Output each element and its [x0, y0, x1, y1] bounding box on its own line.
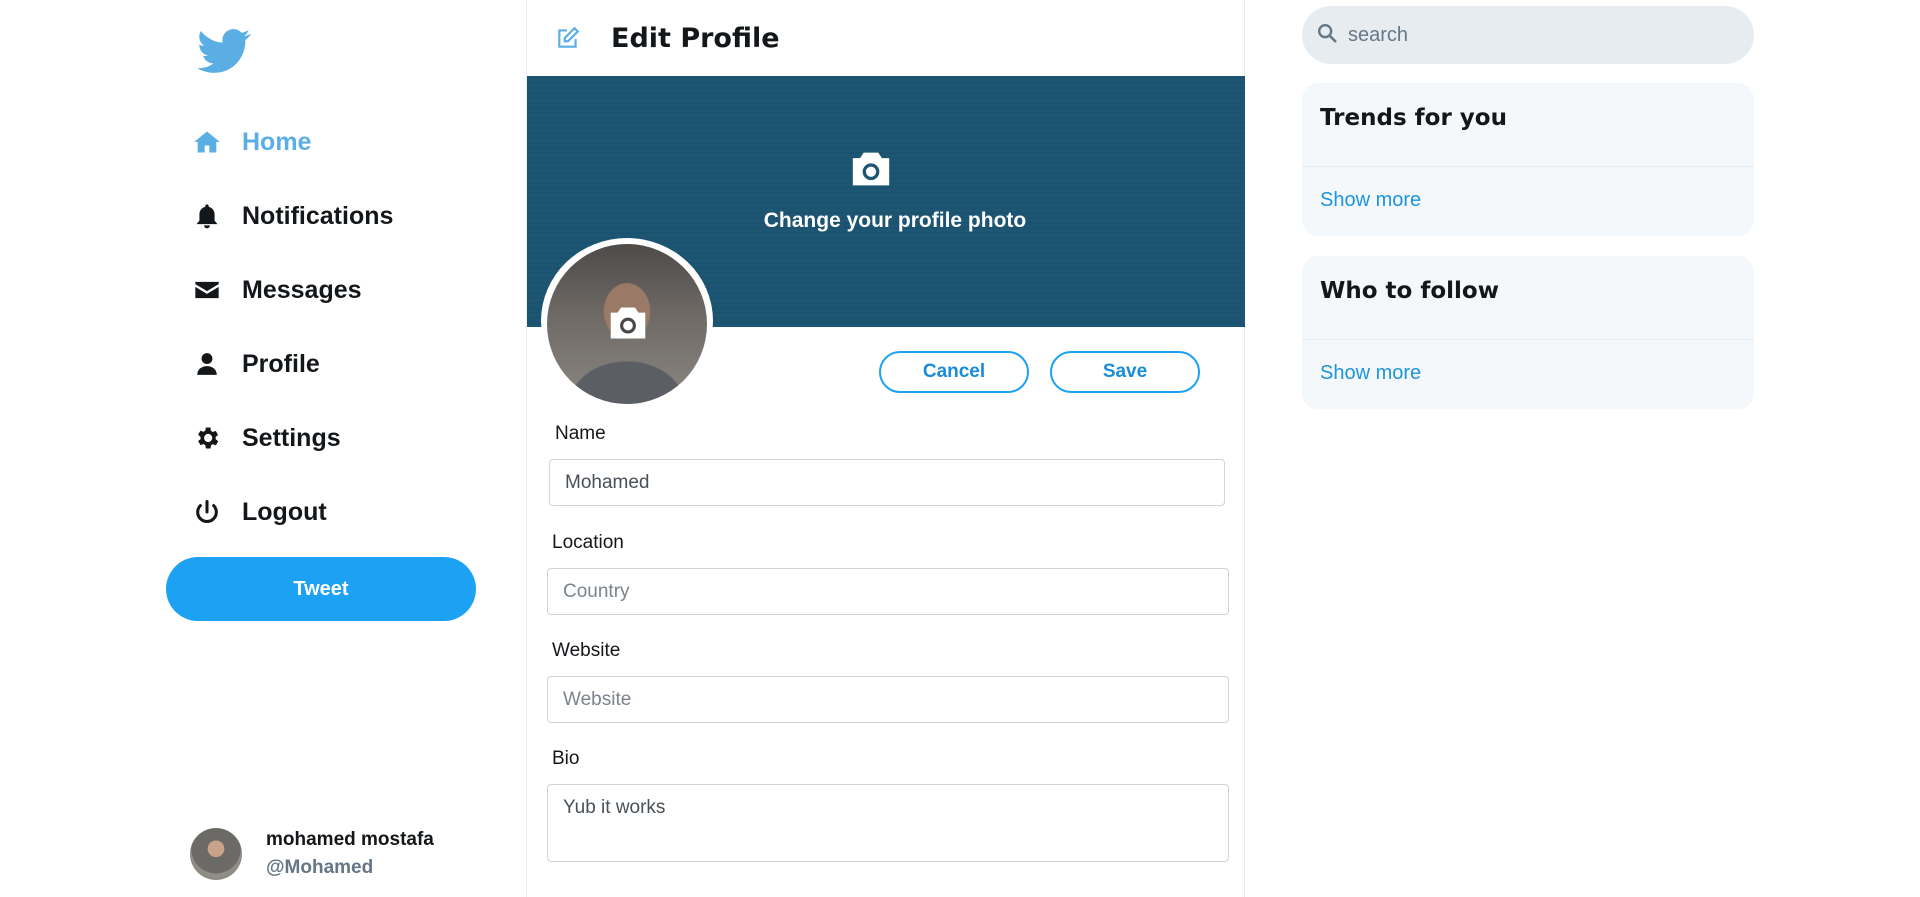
tweet-button[interactable]: Tweet: [166, 557, 476, 621]
name-field[interactable]: [549, 459, 1225, 506]
user-icon: [190, 347, 224, 381]
power-icon: [190, 495, 224, 529]
bio-field[interactable]: Yub it works: [547, 784, 1229, 862]
page-header: Edit Profile: [527, 0, 1244, 76]
website-label: Website: [552, 640, 621, 661]
sidebar-item-profile[interactable]: Profile: [190, 342, 320, 386]
bell-icon: [190, 199, 224, 233]
trends-panel: Trends for you Show more: [1302, 83, 1754, 236]
location-field[interactable]: [547, 568, 1229, 615]
sidebar-item-label: Messages: [242, 275, 362, 304]
edit-icon: [553, 23, 583, 53]
avatar: [547, 244, 707, 404]
envelope-icon: [190, 273, 224, 307]
who-to-follow-title: Who to follow: [1302, 256, 1754, 340]
edit-profile-panel: Edit Profile Change your profile photo C…: [526, 0, 1245, 897]
left-sidebar: Home Notifications Messages Profile Sett…: [0, 0, 526, 897]
search-icon: [1316, 22, 1338, 49]
sidebar-item-label: Profile: [242, 349, 320, 378]
sidebar-item-label: Home: [242, 127, 312, 156]
who-to-follow-panel: Who to follow Show more: [1302, 256, 1754, 409]
twitter-bird-icon[interactable]: [193, 24, 255, 78]
camera-icon[interactable]: [607, 304, 649, 342]
sidebar-item-home[interactable]: Home: [190, 120, 311, 164]
sidebar-item-settings[interactable]: Settings: [190, 416, 341, 460]
location-label: Location: [552, 532, 624, 553]
website-field[interactable]: [547, 676, 1229, 723]
account-handle: @Mohamed: [266, 857, 374, 878]
search-input[interactable]: [1348, 23, 1728, 47]
search-bar[interactable]: [1302, 6, 1754, 64]
trends-title: Trends for you: [1302, 83, 1754, 167]
sidebar-item-messages[interactable]: Messages: [190, 268, 362, 312]
sidebar-item-notifications[interactable]: Notifications: [190, 194, 393, 238]
sidebar-item-label: Logout: [242, 497, 327, 526]
sidebar-item-label: Notifications: [242, 201, 394, 230]
page-title: Edit Profile: [611, 22, 780, 54]
profile-avatar[interactable]: [541, 238, 713, 404]
name-label: Name: [555, 423, 606, 444]
sidebar-item-logout[interactable]: Logout: [190, 490, 327, 534]
save-button[interactable]: Save: [1050, 351, 1200, 393]
home-icon: [190, 125, 224, 159]
sidebar-item-label: Settings: [242, 423, 341, 452]
cancel-button[interactable]: Cancel: [879, 351, 1029, 393]
account-name: mohamed mostafa: [266, 829, 434, 850]
follow-show-more-link[interactable]: Show more: [1302, 340, 1754, 407]
avatar: [190, 828, 242, 880]
account-switcher[interactable]: mohamed mostafa @Mohamed: [190, 826, 434, 882]
gear-icon: [190, 421, 224, 455]
change-photo-label: Change your profile photo: [763, 209, 1027, 232]
camera-icon[interactable]: [849, 149, 893, 189]
bio-label: Bio: [552, 748, 580, 769]
trends-show-more-link[interactable]: Show more: [1302, 167, 1754, 234]
